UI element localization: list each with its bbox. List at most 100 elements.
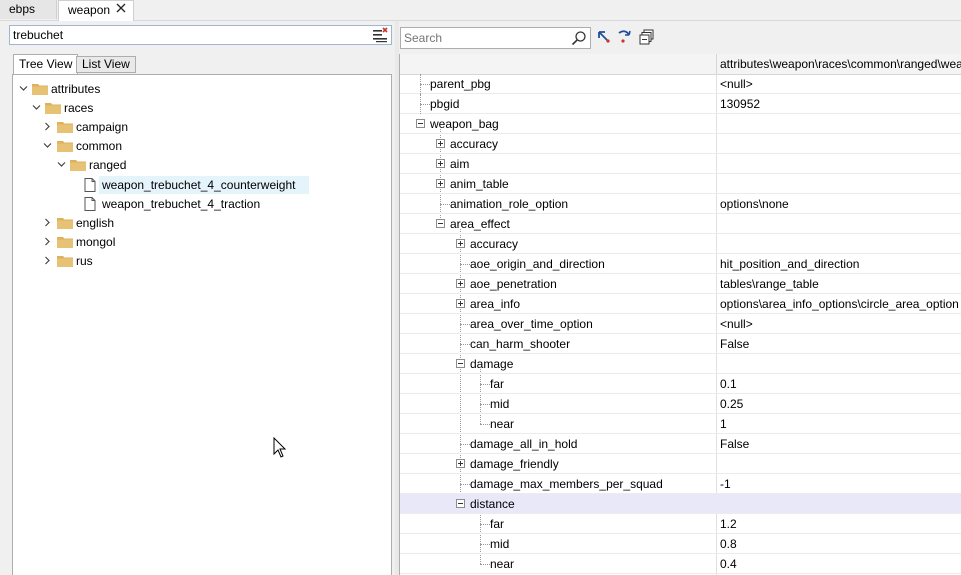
property-value[interactable]: 130952 [720,94,760,114]
tree-connector [480,404,490,405]
header-divider[interactable] [716,54,717,74]
property-value[interactable]: 0.25 [720,394,743,414]
chevron-right-icon[interactable] [42,255,53,266]
expand-icon[interactable] [436,139,445,148]
property-row[interactable]: accuracy [400,234,961,254]
property-row[interactable]: animation_role_option options\none [400,194,961,214]
tree-filter-input[interactable] [13,27,363,43]
chevron-down-icon[interactable] [18,83,29,94]
property-search-box [400,27,591,49]
close-tab-button[interactable] [115,2,127,17]
collapse-all-icon[interactable] [639,29,655,45]
tab-tree-view[interactable]: Tree View [13,54,79,74]
property-value[interactable]: <null> [720,314,753,334]
property-row[interactable]: damage [400,354,961,374]
collapse-icon[interactable] [456,499,465,508]
property-row[interactable]: damage_friendly [400,454,961,474]
property-row[interactable]: area_effect [400,214,961,234]
tree-node-counterweight[interactable]: weapon_trebuchet_4_counterweight [13,176,313,194]
property-value[interactable]: hit_position_and_direction [720,254,859,274]
property-row[interactable]: damage_max_members_per_squad -1 [400,474,961,494]
find-next-icon[interactable] [617,29,633,45]
property-value[interactable]: False [720,334,749,354]
tree-connector [480,524,490,525]
property-row[interactable]: area_info options\area_info_options\circl… [400,294,961,314]
property-row[interactable]: weapon_bag [400,114,961,134]
property-name: animation_role_option [450,197,569,211]
expand-icon[interactable] [436,159,445,168]
tree-node-mongol[interactable]: mongol [13,233,213,251]
property-row[interactable]: far 0.1 [400,374,961,394]
property-value[interactable]: 0.1 [720,374,737,394]
collapse-icon[interactable] [456,359,465,368]
tree-node-label: english [76,216,115,230]
property-row[interactable]: mid 0.25 [400,394,961,414]
expand-icon[interactable] [436,179,445,188]
tree-node-attributes[interactable]: attributes [13,80,213,98]
property-value[interactable]: options\area_info_options\circle_area_op… [720,294,959,314]
collapse-icon[interactable] [416,119,425,128]
property-row[interactable]: far 1.2 [400,514,961,534]
property-name: weapon_bag [430,117,499,131]
clear-filter-icon[interactable] [372,27,388,43]
property-value[interactable]: False [720,434,749,454]
chevron-right-icon[interactable] [42,217,53,228]
folder-icon [57,122,73,133]
property-value[interactable]: tables\range_table [720,274,819,294]
property-row[interactable]: accuracy [400,134,961,154]
tree-node-english[interactable]: english [13,214,213,232]
property-row[interactable]: parent_pbg <null> [400,74,961,94]
expand-icon[interactable] [456,279,465,288]
tree-filter-box [9,25,392,45]
tree-node-races[interactable]: races [13,99,213,117]
property-value[interactable]: 0.4 [720,554,737,574]
property-row[interactable]: damage_all_in_hold False [400,434,961,454]
tree-connector [480,424,490,425]
property-value[interactable]: 1 [720,414,727,434]
tree-connector [480,564,490,565]
collapse-icon[interactable] [436,219,445,228]
tree-node-common[interactable]: common [13,137,213,155]
property-name: far [490,377,505,391]
expand-icon[interactable] [456,239,465,248]
expand-icon[interactable] [456,459,465,468]
property-value[interactable]: 1.2 [720,514,737,534]
chevron-down-icon[interactable] [31,102,42,113]
property-row[interactable]: anim_table [400,174,961,194]
property-search-input[interactable] [404,30,569,46]
property-value[interactable]: options\none [720,194,789,214]
tree-connector [460,264,470,265]
property-row[interactable]: aoe_penetration tables\range_table [400,274,961,294]
property-value[interactable]: <null> [720,74,753,94]
tree-node-label: weapon_trebuchet_4_traction [102,197,261,211]
property-row[interactable]: can_harm_shooter False [400,334,961,354]
tab-list-view[interactable]: List View [76,56,136,73]
property-row[interactable]: pbgid 130952 [400,94,961,114]
tree-node-rus[interactable]: rus [13,252,213,270]
mouse-cursor-icon [273,437,287,458]
tree-node-campaign[interactable]: campaign [13,118,213,136]
chevron-down-icon[interactable] [56,159,67,170]
property-value[interactable]: 0.8 [720,534,737,554]
property-value[interactable]: -1 [720,474,731,494]
chevron-right-icon[interactable] [42,121,53,132]
tree-node-ranged[interactable]: ranged [13,156,213,174]
property-name: distance [470,497,515,511]
property-row[interactable]: aoe_origin_and_direction hit_position_and… [400,254,961,274]
tree-node-traction[interactable]: weapon_trebuchet_4_traction [13,195,313,213]
property-row[interactable]: aim [400,154,961,174]
chevron-right-icon[interactable] [42,236,53,247]
tree-connector [460,444,470,445]
search-icon[interactable] [571,30,587,46]
tree-node-label: attributes [51,82,101,96]
tab-ebps[interactable]: ebps [0,0,57,19]
property-row[interactable]: distance [400,494,961,514]
chevron-down-icon[interactable] [42,140,53,151]
find-previous-icon[interactable] [596,29,612,45]
property-row[interactable]: near 0.4 [400,554,961,574]
property-row[interactable]: near 1 [400,414,961,434]
property-row[interactable]: mid 0.8 [400,534,961,554]
document-icon [84,178,96,192]
expand-icon[interactable] [456,299,465,308]
property-row[interactable]: area_over_time_option <null> [400,314,961,334]
